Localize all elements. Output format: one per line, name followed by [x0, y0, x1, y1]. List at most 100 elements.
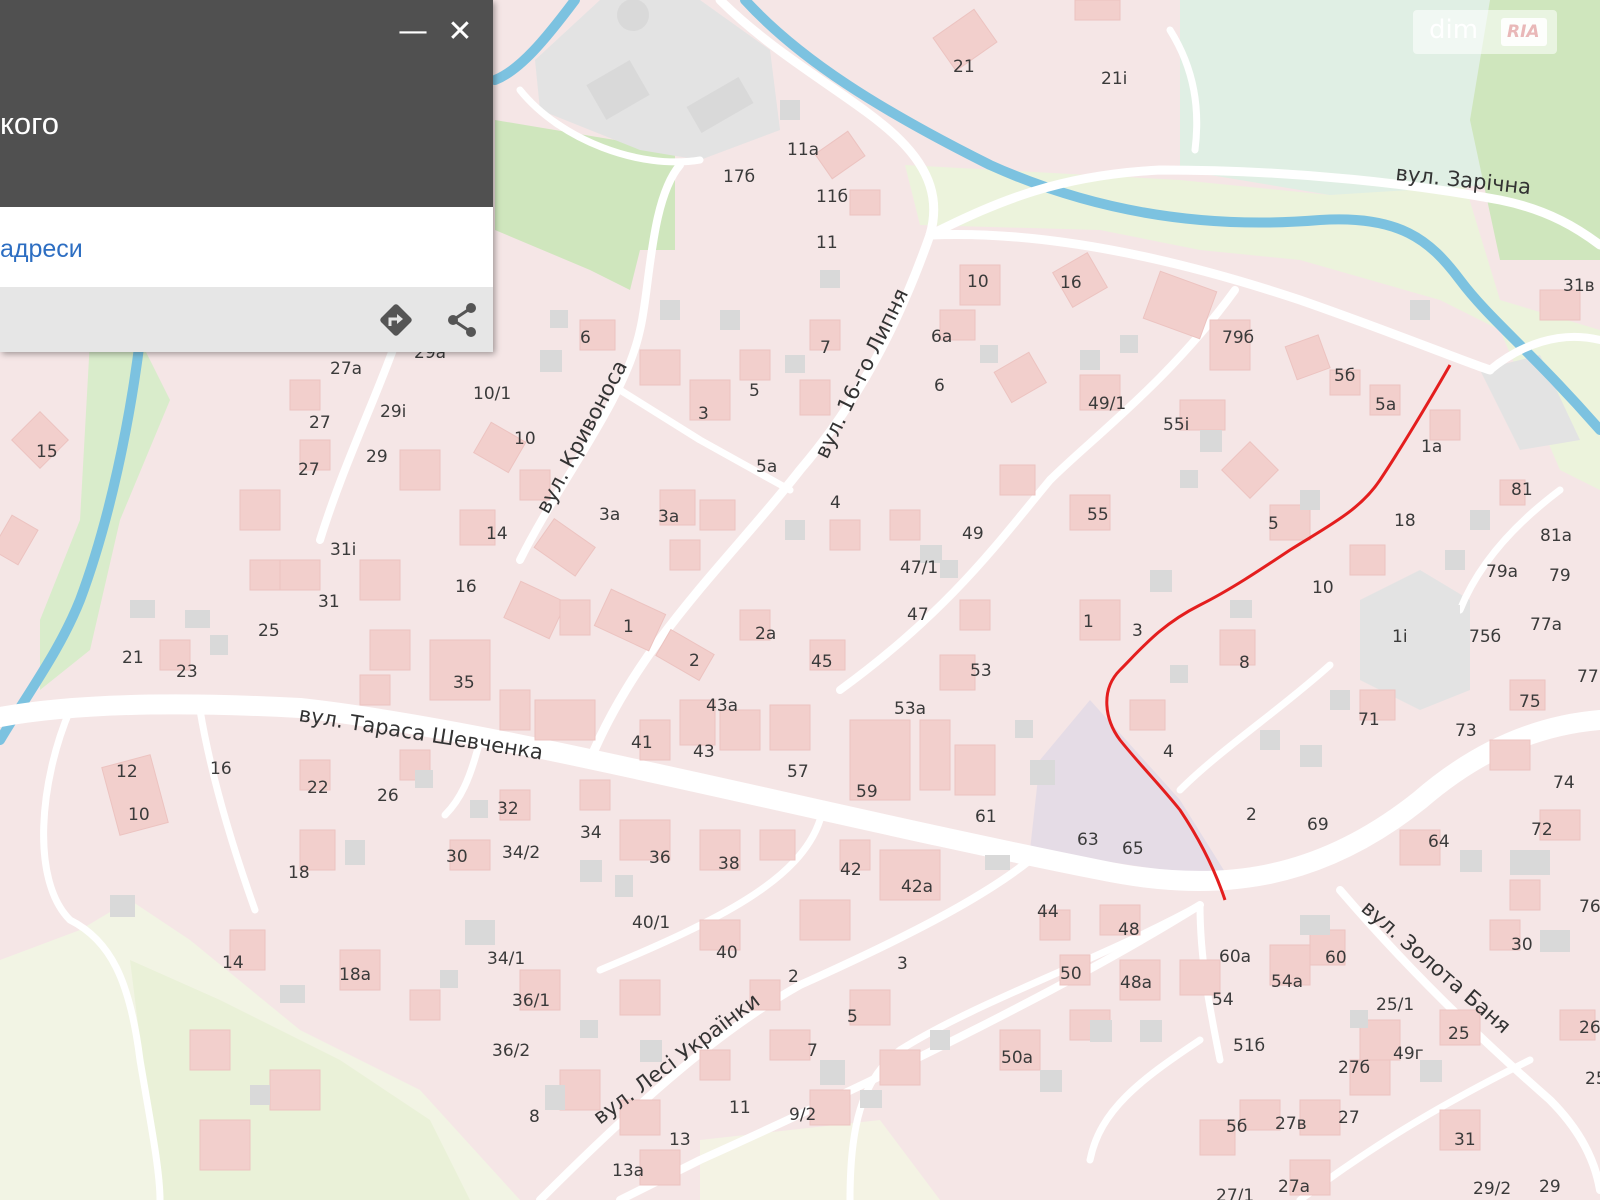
minimize-button[interactable]: —	[393, 14, 433, 50]
house-number: 50	[1060, 964, 1082, 984]
house-number: 69	[1307, 815, 1329, 835]
house-number: 21	[953, 57, 975, 77]
house-number: 57	[787, 762, 809, 782]
panel-toolbar	[0, 287, 493, 352]
house-number: 55і	[1163, 415, 1189, 435]
house-number: 3а	[599, 505, 620, 525]
house-number: 30	[1511, 935, 1533, 955]
house-number: 13	[669, 1130, 691, 1150]
house-number: 40/1	[632, 913, 670, 933]
house-number: 49/1	[1088, 394, 1126, 414]
house-number: 5а	[1375, 395, 1396, 415]
house-number: 55	[1087, 505, 1109, 525]
directions-button[interactable]	[375, 299, 417, 341]
house-number: 16	[210, 759, 232, 779]
house-number: 16	[1060, 273, 1082, 293]
house-number: 27а	[1278, 1177, 1310, 1197]
house-number: 2	[689, 651, 700, 671]
house-number: 5б	[1334, 366, 1355, 386]
house-number: 25	[1585, 1069, 1600, 1089]
house-number: 21	[122, 648, 144, 668]
directions-icon	[380, 304, 412, 336]
house-number: 77	[1577, 667, 1599, 687]
house-number: 11	[729, 1098, 751, 1118]
close-button[interactable]: ✕	[440, 14, 480, 50]
address-link[interactable]: адреси	[0, 235, 83, 264]
logo-badge-text: RIA	[1507, 22, 1540, 42]
house-number: 11б	[816, 187, 848, 207]
house-number: 38	[718, 854, 740, 874]
house-number: 27	[1338, 1108, 1360, 1128]
house-number: 6	[580, 328, 591, 348]
house-number: 1	[623, 617, 634, 637]
house-number: 44	[1037, 902, 1059, 922]
house-number: 3	[698, 404, 709, 424]
logo-text: dim	[1429, 15, 1479, 45]
house-number: 32	[497, 799, 519, 819]
house-number: 26	[377, 786, 399, 806]
house-number: 47	[907, 605, 929, 625]
house-number: 30	[446, 847, 468, 867]
house-number: 18	[1394, 511, 1416, 531]
panel-title: кого	[0, 106, 60, 141]
house-number: 79	[1549, 566, 1571, 586]
house-number: 31	[318, 592, 340, 612]
house-number: 59	[856, 782, 878, 802]
house-number: 10	[1312, 578, 1334, 598]
house-number: 43	[693, 742, 715, 762]
house-number: 3	[897, 954, 908, 974]
house-number: 42	[840, 860, 862, 880]
house-number: 3а	[658, 507, 679, 527]
house-number: 2	[1246, 805, 1257, 825]
house-number: 10/1	[473, 384, 511, 404]
house-number: 31і	[330, 540, 356, 560]
house-number: 11	[816, 233, 838, 253]
house-number: 71	[1358, 710, 1380, 730]
house-number: 27	[298, 460, 320, 480]
share-icon	[448, 303, 476, 337]
house-number: 81	[1511, 480, 1533, 500]
house-number: 4	[830, 493, 841, 513]
house-number: 53	[970, 661, 992, 681]
house-number: 14	[486, 524, 508, 544]
house-number: 36/1	[512, 991, 550, 1011]
house-number: 7	[807, 1041, 818, 1061]
house-number: 8	[1239, 653, 1250, 673]
dim-ria-logo: dim RIA	[1413, 10, 1557, 54]
house-number: 79б	[1222, 328, 1254, 348]
house-number: 79а	[1486, 562, 1518, 582]
house-number: 48а	[1120, 973, 1152, 993]
house-number: 7	[820, 338, 831, 358]
house-number: 2	[788, 967, 799, 987]
house-number: 34	[580, 823, 602, 843]
house-number: 36	[649, 848, 671, 868]
house-number: 1	[1083, 612, 1094, 632]
house-number: 51б	[1233, 1036, 1265, 1056]
share-button[interactable]	[441, 299, 483, 341]
house-number: 72	[1531, 820, 1553, 840]
house-number: 54	[1212, 990, 1234, 1010]
house-number: 18а	[339, 965, 371, 985]
house-number: 25	[258, 621, 280, 641]
house-number: 75	[1519, 692, 1541, 712]
house-number: 29	[1539, 1177, 1561, 1197]
house-number: 49г	[1393, 1044, 1424, 1064]
house-number: 21і	[1101, 69, 1127, 89]
house-number: 10	[967, 272, 989, 292]
house-number: 35	[453, 673, 475, 693]
house-number: 27/1	[1216, 1186, 1254, 1200]
house-number: 40	[716, 943, 738, 963]
house-number: 27	[309, 413, 331, 433]
house-number: 29	[366, 447, 388, 467]
house-number: 41	[631, 733, 653, 753]
house-number: 27б	[1338, 1058, 1370, 1078]
house-number: 12	[116, 762, 138, 782]
house-number: 45	[811, 652, 833, 672]
house-number: 74	[1553, 773, 1575, 793]
house-number: 29і	[380, 402, 406, 422]
info-panel: кого — ✕ адреси	[0, 0, 493, 352]
house-number: 75б	[1469, 627, 1501, 647]
house-number: 81а	[1540, 526, 1572, 546]
house-number: 42а	[901, 877, 933, 897]
house-number: 5	[1268, 514, 1279, 534]
